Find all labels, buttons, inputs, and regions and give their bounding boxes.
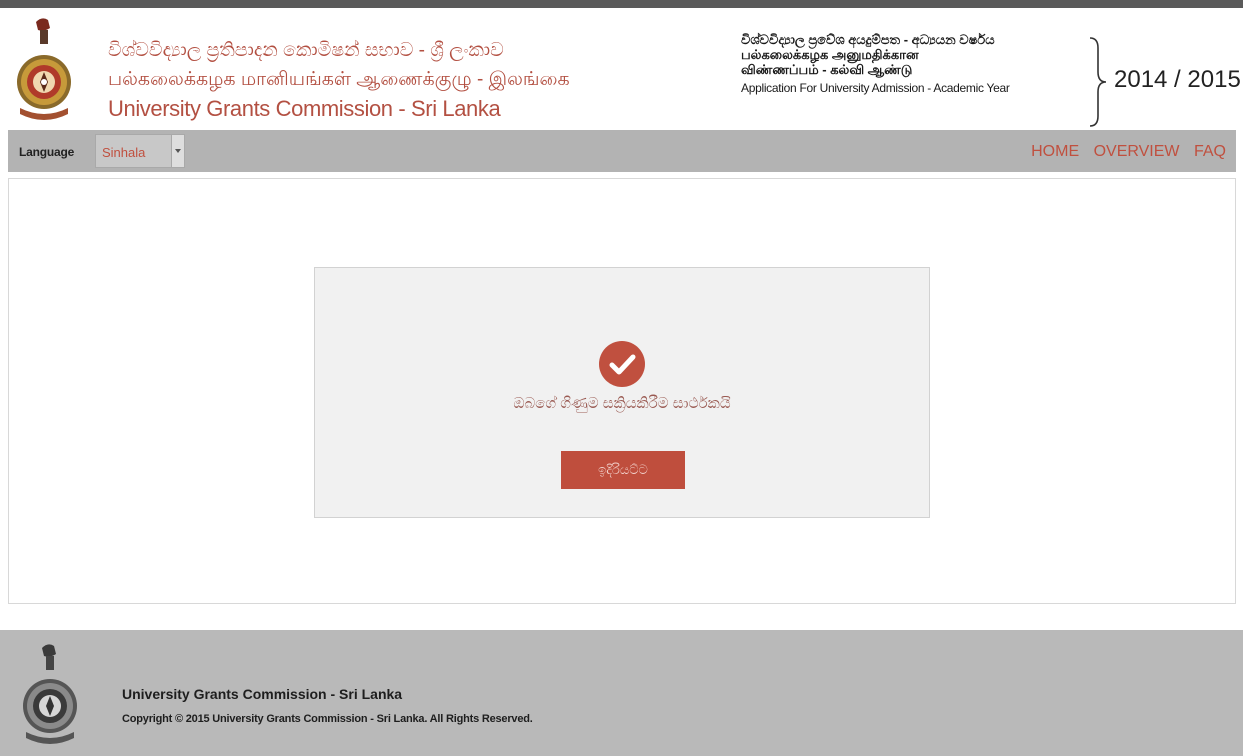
dropdown-arrow-icon[interactable]: [171, 135, 184, 167]
org-name-sinhala: විශ්වවිද්‍යාල ප්‍රතිපාදන කොමිෂන් සභාව - …: [108, 40, 504, 61]
ugc-logo: [14, 16, 74, 124]
organization-names: විශ්වවිද්‍යාල ප්‍රතිපාදන කොමිෂන් සභාව - …: [108, 36, 570, 123]
top-strip: [0, 0, 1243, 8]
app-title-tamil-2: விண்ணப்பம் - கல்வி ஆண்டு: [741, 62, 913, 77]
language-label: Language: [19, 145, 75, 159]
app-title-tamil-1: பல்கலைக்கழக அனுமதிக்கான: [741, 47, 919, 62]
header: විශ්වවිද්‍යාල ප්‍රතිපාදන කොමිෂන් සභාව - …: [0, 8, 1243, 130]
app-title-sinhala: විශ්වවිද්‍යාල ප්‍රවේශ අයදුම්පත - අධ්‍යයන…: [741, 32, 995, 47]
app-title-english: Application For University Admission - A…: [741, 81, 1010, 95]
language-select[interactable]: Sinhala: [95, 134, 185, 168]
language-selected-value: Sinhala: [102, 145, 146, 160]
footer-title: University Grants Commission - Sri Lanka: [122, 686, 403, 702]
academic-year: 2014 / 2015: [1114, 66, 1241, 93]
success-check-icon: [599, 341, 645, 387]
curly-brace-icon: [1089, 37, 1107, 127]
org-name-tamil: பல்கலைக்கழக மானியங்கள் ஆணைக்குழு - இலங்க…: [108, 69, 570, 90]
main-panel: ඔබගේ ගිණුම සක්‍රියකිරීම සාර්ථකයි ඉදිරියට…: [8, 178, 1236, 604]
navigation-bar: Language Sinhala HOME OVERVIEW FAQ: [8, 130, 1236, 172]
nav-home-link[interactable]: HOME: [1031, 143, 1079, 160]
org-name-english: University Grants Commission - Sri Lanka: [108, 96, 501, 121]
success-message: ඔබගේ ගිණුම සක්‍රියකිරීම සාර්ථකයි: [513, 395, 731, 412]
footer: University Grants Commission - Sri Lanka…: [0, 630, 1243, 756]
application-title: විශ්වවිද්‍යාල ප්‍රවේශ අයදුම්පත - අධ්‍යයන…: [741, 32, 1081, 96]
nav-links: HOME OVERVIEW FAQ: [1021, 143, 1226, 161]
continue-button[interactable]: ඉදිරියට්ට: [561, 451, 685, 489]
footer-copyright: Copyright © 2015 University Grants Commi…: [122, 713, 533, 725]
success-message-box: ඔබගේ ගිණුම සක්‍රියකිරීම සාර්ථකයි ඉදිරියට…: [314, 267, 930, 518]
footer-ugc-logo: [20, 640, 80, 748]
nav-faq-link[interactable]: FAQ: [1194, 143, 1226, 160]
nav-overview-link[interactable]: OVERVIEW: [1094, 143, 1180, 160]
